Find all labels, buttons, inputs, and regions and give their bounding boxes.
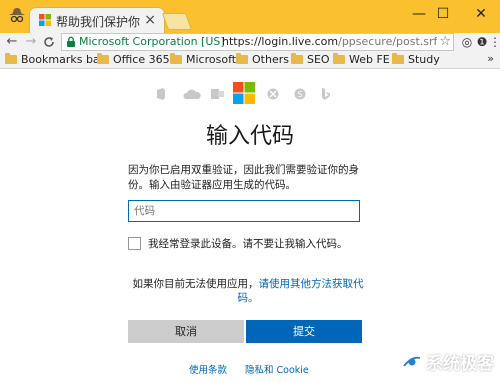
reload-button[interactable] xyxy=(41,33,57,51)
xbox-icon xyxy=(267,88,279,100)
maximize-button[interactable]: ☐ xyxy=(428,2,458,26)
ev-certificate-name[interactable]: Microsoft Corporation [US] xyxy=(79,35,225,49)
bookmark-label: Microsoft xyxy=(186,53,237,66)
watermark: 系统极客 xyxy=(402,349,494,374)
tab-close-icon[interactable]: × xyxy=(144,11,156,29)
verification-description: 因为你已启用双重验证，因此我们需要验证你的身份。输入由验证器应用生成的代码。 xyxy=(128,164,359,191)
remember-device-checkbox[interactable] xyxy=(128,237,141,250)
login-page: S 输入代码 因为你已启用双重验证，因此我们需要验证你的身份。输入由验证器应用生… xyxy=(0,69,500,382)
folder-icon xyxy=(170,53,182,64)
folder-icon xyxy=(291,53,303,64)
bookmark-folder[interactable]: Microsoft xyxy=(170,52,236,67)
microsoft-app-strip: S xyxy=(153,82,333,106)
url-host: https://login.live.com xyxy=(222,35,339,48)
bookmark-label: Web FE xyxy=(349,53,390,66)
bookmark-folder[interactable]: Study xyxy=(392,52,440,67)
folder-icon xyxy=(97,53,109,64)
incognito-icon xyxy=(4,4,30,28)
bing-icon xyxy=(320,88,332,100)
code-input[interactable] xyxy=(128,200,360,222)
office-icon xyxy=(155,88,167,100)
title-bar: 帮助我们保护你的帐 × — ☐ ✕ xyxy=(0,0,500,33)
bookmark-label: SEO xyxy=(307,53,330,66)
microsoft-logo-icon xyxy=(233,82,255,104)
new-tab-button[interactable] xyxy=(161,13,193,30)
bookmark-label: Bookmarks bar xyxy=(21,53,105,66)
extension-icon[interactable]: ◎ xyxy=(459,33,475,51)
bookmarks-overflow-icon[interactable]: » xyxy=(487,52,494,65)
bookmark-label: Office 365 xyxy=(113,53,170,66)
watermark-logo-icon xyxy=(402,351,422,372)
alternate-method-prefix: 如果你目前无法使用应用， xyxy=(132,278,259,290)
bookmark-folder[interactable]: Bookmarks bar xyxy=(5,52,104,67)
alternate-method-text: 如果你目前无法使用应用，请使用其他方法获取代码。 xyxy=(128,277,368,305)
back-button[interactable]: ← xyxy=(4,33,20,51)
folder-icon xyxy=(236,53,248,64)
bookmark-folder[interactable]: Others xyxy=(236,52,289,67)
svg-text:S: S xyxy=(297,90,302,99)
bookmarks-bar: Bookmarks bar Office 365 Microsoft Other… xyxy=(0,51,500,69)
browser-toolbar: ← → Microsoft Corporation [US] https://l… xyxy=(0,33,500,51)
browser-tab[interactable]: 帮助我们保护你的帐 × xyxy=(30,8,164,33)
cancel-button[interactable]: 取消 xyxy=(128,320,244,343)
folder-icon xyxy=(392,53,404,64)
remember-device-label: 我经常登录此设备。请不要让我输入代码。 xyxy=(148,238,348,250)
watermark-text: 系统极客 xyxy=(426,354,494,374)
url-path: /ppsecure/post.srf?w xyxy=(338,35,437,48)
close-window-button[interactable]: ✕ xyxy=(466,2,496,26)
terms-of-use-link[interactable]: 使用条款 xyxy=(189,362,227,376)
skype-icon: S xyxy=(294,88,306,100)
menu-icon[interactable]: ⋮ xyxy=(487,33,500,51)
address-bar[interactable]: Microsoft Corporation [US] https://login… xyxy=(61,33,454,51)
folder-icon xyxy=(333,53,345,64)
url-text[interactable]: https://login.live.com/ppsecure/post.srf… xyxy=(222,35,437,49)
folder-icon xyxy=(5,53,17,64)
bookmark-label: Study xyxy=(408,53,440,66)
bookmark-star-icon[interactable]: ☆ xyxy=(439,34,451,50)
bookmark-label: Others xyxy=(252,53,289,66)
reload-icon xyxy=(44,37,54,47)
forward-button[interactable]: → xyxy=(23,33,39,51)
microsoft-favicon-icon xyxy=(39,14,51,26)
submit-button[interactable]: 提交 xyxy=(246,320,362,343)
page-title: 输入代码 xyxy=(205,124,294,149)
lock-icon xyxy=(67,36,75,47)
bookmark-folder[interactable]: Office 365 xyxy=(97,52,170,67)
tab-title: 帮助我们保护你的帐 xyxy=(56,15,140,29)
bookmark-folder[interactable]: SEO xyxy=(291,52,330,67)
bookmark-folder[interactable]: Web FE xyxy=(333,52,390,67)
remember-device-option[interactable]: 我经常登录此设备。请不要让我输入代码。 xyxy=(128,236,348,251)
outlook-icon xyxy=(211,88,224,100)
privacy-cookies-link[interactable]: 隐私和 Cookie xyxy=(245,362,309,376)
onedrive-icon xyxy=(183,88,201,100)
